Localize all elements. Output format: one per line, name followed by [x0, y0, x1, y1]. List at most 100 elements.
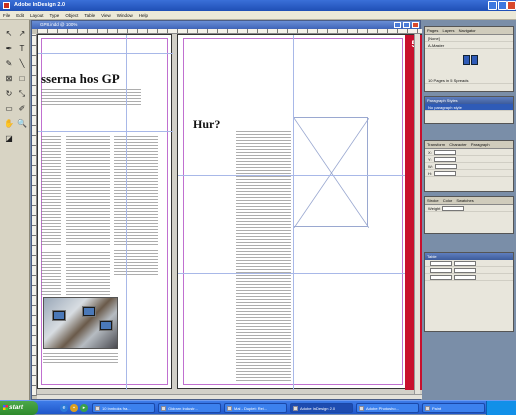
menu-type[interactable]: Type	[50, 13, 60, 18]
folder-icon[interactable]: ▪	[70, 404, 78, 412]
tab-navigator[interactable]: Navigator	[459, 28, 476, 33]
tab-character[interactable]: Character	[449, 142, 467, 147]
paragraph-style-item[interactable]: No paragraph style	[425, 104, 513, 111]
table-field[interactable]	[430, 275, 452, 280]
pencil-icon[interactable]: ✎	[3, 58, 15, 70]
tab-stroke[interactable]: Stroke	[427, 198, 439, 203]
app-title-bar: Adobe InDesign 2.0	[0, 0, 516, 11]
section-subheading[interactable]: Hur?	[193, 117, 220, 132]
taskbar-button[interactable]: Mal - Duplet: Rei...	[224, 403, 287, 413]
taskbar-button[interactable]: Adobe InDesign 2.0	[290, 403, 353, 413]
page-thumb[interactable]	[463, 55, 470, 65]
h-field[interactable]	[434, 171, 456, 176]
tab-transform[interactable]: Transform	[427, 142, 445, 147]
doc-minimize-button[interactable]	[394, 22, 401, 28]
close-button[interactable]	[507, 1, 516, 10]
pages-panel[interactable]: Pages Layers Navigator [None] A-Master 1…	[424, 26, 514, 92]
line-icon[interactable]: ╲	[16, 58, 28, 70]
tab-layers[interactable]: Layers	[442, 28, 454, 33]
text-column[interactable]	[114, 250, 158, 275]
hand-icon[interactable]: ✋	[3, 118, 15, 130]
text-column[interactable]	[41, 135, 61, 245]
taskbar-button[interactable]: Gidrarn Industr...	[158, 403, 221, 413]
minimize-button[interactable]	[488, 1, 497, 10]
menu-view[interactable]: View	[101, 13, 111, 18]
horizontal-scrollbar[interactable]	[37, 394, 422, 399]
scale-icon[interactable]: ⤡	[16, 88, 28, 100]
right-page[interactable]: Hur? 5	[177, 34, 423, 390]
menu-edit[interactable]: Edit	[16, 13, 24, 18]
taskbar-button[interactable]: Paint	[422, 403, 485, 413]
menu-layout[interactable]: Layout	[30, 13, 44, 18]
stroke-panel[interactable]: Stroke Color Swatches Weight	[424, 196, 514, 234]
y-label: Y:	[428, 157, 432, 162]
tab-paragraph[interactable]: Paragraph	[471, 142, 490, 147]
maximize-button[interactable]	[498, 1, 507, 10]
start-button[interactable]: start	[0, 401, 38, 415]
paragraph-styles-header[interactable]: Paragraph Styles	[425, 97, 513, 104]
photo-caption-frame[interactable]	[43, 353, 118, 363]
rectangle-frame-icon[interactable]: ⊠	[3, 73, 15, 85]
menu-object[interactable]: Object	[65, 13, 78, 18]
gradient-icon[interactable]: ▭	[3, 103, 15, 115]
transform-panel-tabs[interactable]: Transform Character Paragraph	[425, 141, 513, 149]
table-field[interactable]	[430, 268, 452, 273]
body-text-column[interactable]	[236, 131, 291, 381]
doc-maximize-button[interactable]	[403, 22, 410, 28]
zoom-icon[interactable]: 🔍	[16, 118, 28, 130]
y-field[interactable]	[433, 157, 456, 162]
text-column[interactable]	[114, 135, 158, 245]
tab-color[interactable]: Color	[443, 198, 453, 203]
menu-table[interactable]: Table	[84, 13, 95, 18]
master-none[interactable]: [None]	[425, 35, 513, 42]
table-field[interactable]	[454, 275, 476, 280]
office-photo[interactable]	[43, 297, 118, 349]
table-panel-header[interactable]: Table	[425, 253, 513, 260]
menu-file[interactable]: File	[3, 13, 10, 18]
vertical-scrollbar[interactable]	[414, 34, 420, 396]
direct-selection-icon[interactable]: ↗	[16, 28, 28, 40]
tab-swatches[interactable]: Swatches	[456, 198, 473, 203]
fill-stroke-icon[interactable]: ◪	[3, 133, 15, 145]
type-icon[interactable]: T	[16, 43, 28, 55]
table-row	[425, 260, 513, 267]
eyedropper-icon[interactable]: ✐	[16, 103, 28, 115]
table-field[interactable]	[430, 261, 452, 266]
pen-icon[interactable]: ✒	[3, 43, 15, 55]
menu-window[interactable]: Window	[117, 13, 133, 18]
pages-panel-tabs[interactable]: Pages Layers Navigator	[425, 27, 513, 35]
table-panel[interactable]: Table	[424, 252, 514, 332]
selection-arrow-icon[interactable]: ↖	[3, 28, 15, 40]
system-tray[interactable]	[486, 401, 516, 415]
page-thumb[interactable]	[471, 55, 478, 65]
transform-panel[interactable]: Transform Character Paragraph X: Y: W: H…	[424, 140, 514, 192]
taskbar-button[interactable]: Adobe Photosho...	[356, 403, 419, 413]
pasteboard[interactable]: sserna hos GP Hur?	[37, 34, 423, 396]
w-field[interactable]	[434, 164, 457, 169]
taskbar-app-icon	[359, 406, 364, 411]
media-icon[interactable]: ▸	[80, 404, 88, 412]
taskbar-button[interactable]: 10 Innboks fra...	[92, 403, 155, 413]
tab-pages[interactable]: Pages	[427, 28, 438, 33]
paragraph-styles-panel[interactable]: Paragraph Styles No paragraph style	[424, 96, 514, 124]
rotate-icon[interactable]: ↻	[3, 88, 15, 100]
table-field[interactable]	[454, 268, 476, 273]
table-field[interactable]	[454, 261, 476, 266]
text-column[interactable]	[41, 250, 61, 295]
page-thumbnails[interactable]	[425, 49, 513, 77]
empty-graphic-frame[interactable]	[293, 117, 370, 229]
menu-help[interactable]: Help	[139, 13, 148, 18]
left-page[interactable]: sserna hos GP	[37, 34, 173, 390]
article-headline[interactable]: sserna hos GP	[41, 71, 120, 87]
stroke-panel-tabs[interactable]: Stroke Color Swatches	[425, 197, 513, 205]
ie-icon[interactable]: e	[60, 404, 68, 412]
weight-field[interactable]	[442, 206, 465, 211]
text-column[interactable]	[66, 135, 110, 245]
doc-close-button[interactable]	[412, 22, 419, 28]
taskbar-button-label: Mal - Duplet: Rei...	[234, 406, 268, 411]
master-a[interactable]: A-Master	[425, 42, 513, 49]
rectangle-icon[interactable]: □	[16, 73, 28, 85]
x-field[interactable]	[433, 150, 456, 155]
toolbox: ↖ ↗ ✒ T ✎ ╲ ⊠ □ ↻ ⤡ ▭ ✐ ✋ 🔍 ◪	[0, 20, 30, 400]
text-column[interactable]	[66, 250, 110, 295]
